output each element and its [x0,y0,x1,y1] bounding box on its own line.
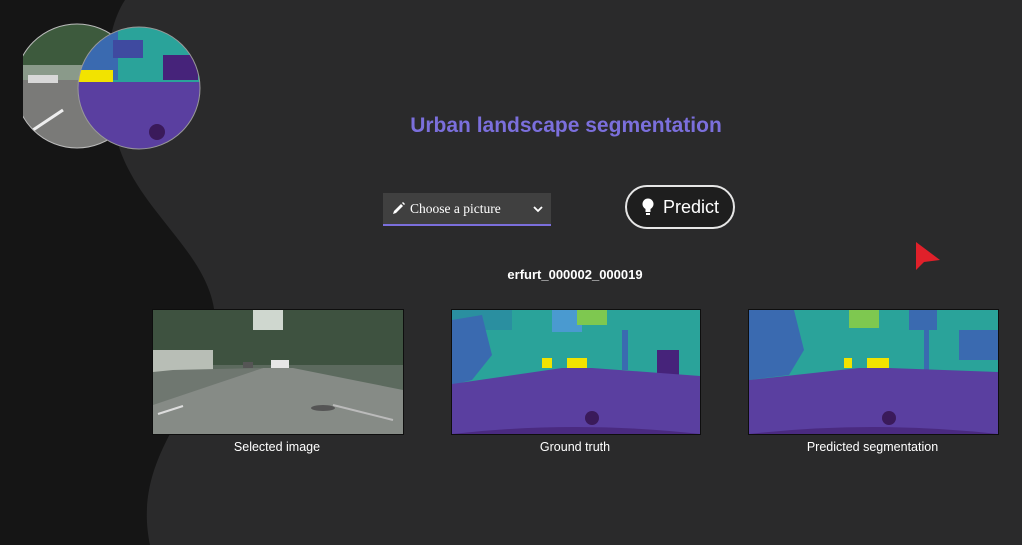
predicted-segmentation-image [748,309,999,435]
lightbulb-icon [642,198,654,215]
pencil-icon [393,201,405,214]
predict-button[interactable]: Predict [625,185,735,229]
ground-truth-image [451,309,701,435]
picture-select-value: Choose a picture [410,200,501,216]
selected-image [152,309,404,435]
picture-select[interactable]: Choose a picture [383,193,551,226]
image-filename: erfurt_000002_000019 [507,267,643,282]
chevron-down-icon [533,205,543,212]
ground-truth-caption: Ground truth [539,440,611,454]
predicted-segmentation-panel [748,309,999,435]
predict-button-label: Predict [662,196,720,217]
ground-truth-panel [451,309,701,435]
selected-image-panel [152,309,404,435]
page-title: Urban landscape segmentation [410,114,722,137]
selected-image-caption: Selected image [233,440,321,454]
predicted-segmentation-caption: Predicted segmentation [806,440,939,454]
